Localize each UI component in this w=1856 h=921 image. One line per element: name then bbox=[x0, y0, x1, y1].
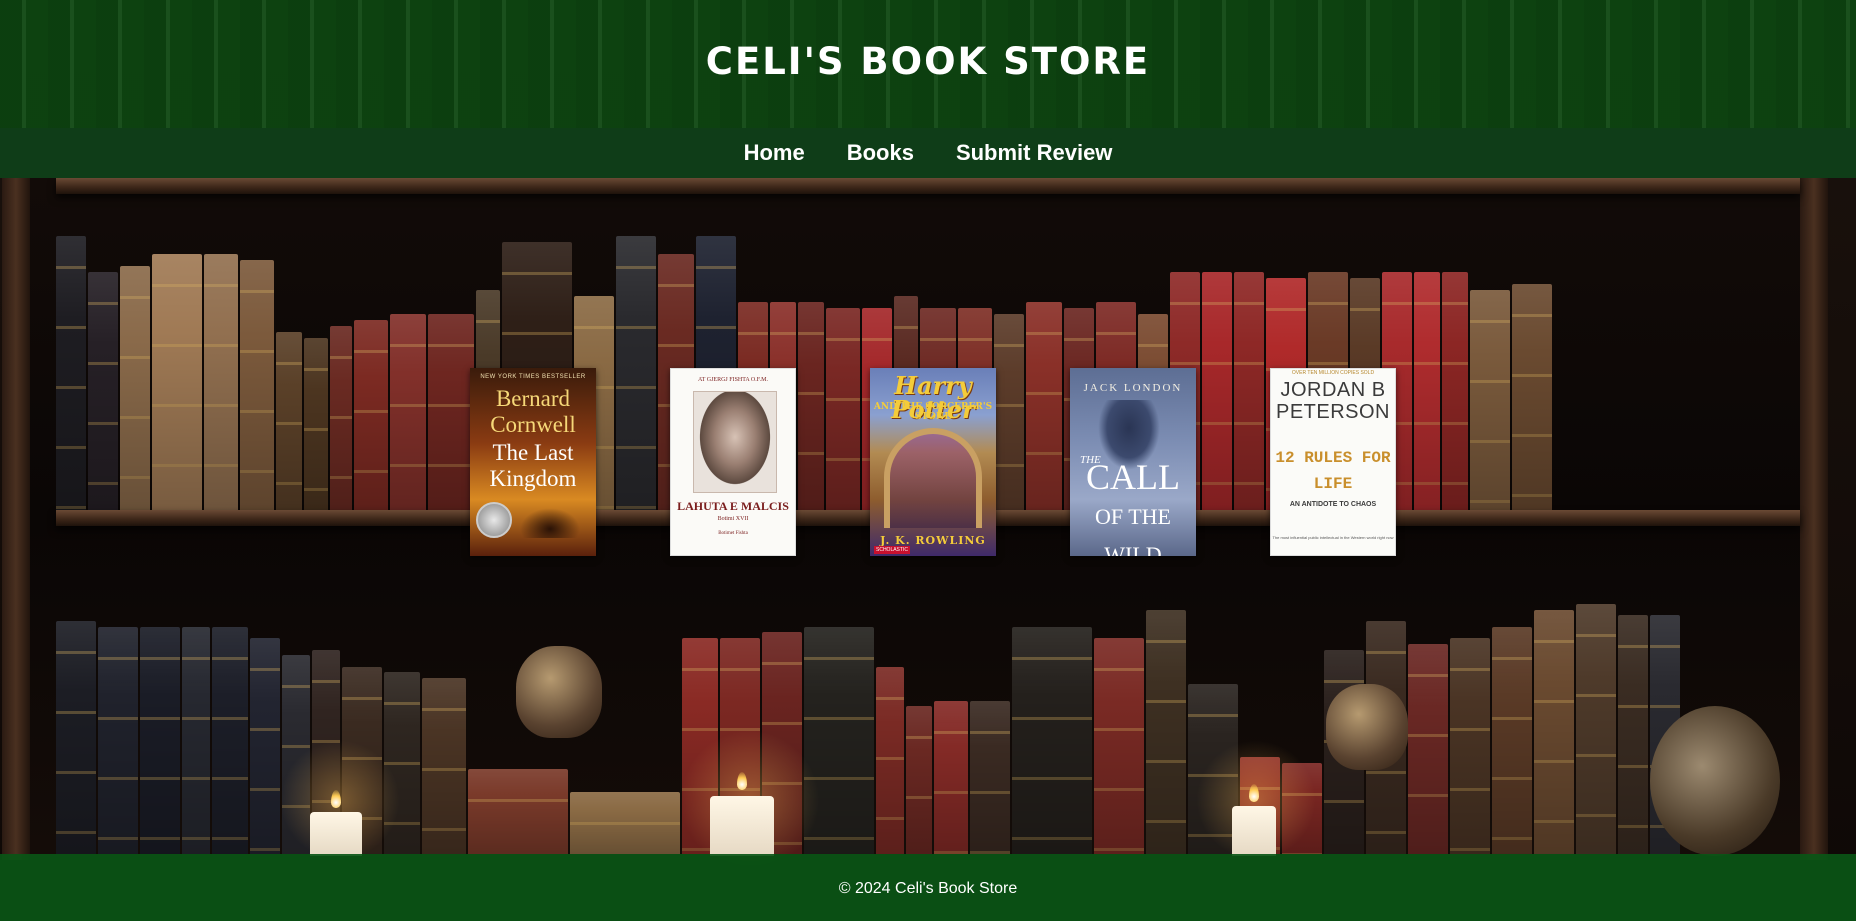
vase-right bbox=[1326, 684, 1408, 770]
cover-author: JORDAN B PETERSON bbox=[1275, 379, 1391, 423]
book-cover-the-last-kingdom[interactable]: NEW YORK TIMES BESTSELLER Bernard Cornwe… bbox=[470, 368, 596, 556]
cover-author: JACK LONDON bbox=[1083, 382, 1183, 394]
candle-2 bbox=[710, 796, 774, 856]
cover-title-line1: CALL bbox=[1086, 457, 1180, 497]
cover-subtitle: AN ANTIDOTE TO CHAOS bbox=[1289, 501, 1377, 508]
nav-link-submit-review[interactable]: Submit Review bbox=[956, 136, 1112, 170]
cover-publisher: SCHOLASTIC bbox=[874, 546, 910, 554]
vase-left bbox=[516, 646, 602, 738]
candle-flame-3 bbox=[1249, 784, 1259, 802]
featured-books: NEW YORK TIMES BESTSELLER Bernard Cornwe… bbox=[0, 368, 1856, 558]
book-cover-12-rules-for-life[interactable]: OVER TEN MILLION COPIES SOLD JORDAN B PE… bbox=[1270, 368, 1396, 556]
book-cover-harry-potter[interactable]: Harry Potter AND THE SORCERER'S STONE J.… bbox=[870, 368, 996, 556]
cover-author: Bernard Cornwell bbox=[490, 386, 576, 437]
cover-title: LAHUTA E MALCIS bbox=[677, 499, 789, 513]
shelf-board-top bbox=[56, 178, 1800, 194]
ship-illustration bbox=[520, 508, 580, 538]
author-portrait bbox=[693, 391, 777, 493]
candle-flame-2 bbox=[737, 772, 747, 790]
site-title: CELI'S BOOK STORE bbox=[705, 40, 1151, 83]
nav-link-books[interactable]: Books bbox=[847, 136, 914, 170]
candle-1 bbox=[310, 812, 362, 856]
site-header: CELI'S BOOK STORE bbox=[0, 0, 1856, 128]
nav-link-home[interactable]: Home bbox=[744, 136, 805, 170]
cover-subtitle: AND THE SORCERER'S STONE bbox=[873, 402, 993, 422]
cover-top-line: OVER TEN MILLION COPIES SOLD bbox=[1291, 370, 1375, 376]
candle-3 bbox=[1232, 806, 1276, 856]
cover-title: 12 RULES FOR LIFE bbox=[1275, 449, 1391, 493]
arch-illustration bbox=[884, 428, 982, 528]
globe-ornament bbox=[1650, 706, 1780, 856]
cover-top-line: NEW YORK TIMES BESTSELLER bbox=[480, 374, 586, 380]
cover-title: The Last Kingdom bbox=[489, 440, 577, 491]
candle-flame-1 bbox=[331, 790, 341, 808]
cover-top-line: AT GJERGJ FISHTA O.F.M. bbox=[698, 377, 768, 383]
footer-copyright: © 2024 Celi's Book Store bbox=[838, 880, 1018, 897]
book-cover-call-of-the-wild[interactable]: JACK LONDON THE CALL OF THE WILD bbox=[1070, 368, 1196, 556]
cover-subtitle: Botimi XVII bbox=[717, 516, 749, 522]
site-footer: © 2024 Celi's Book Store bbox=[0, 854, 1856, 921]
cover-publisher: Botimet Fishta bbox=[718, 531, 748, 536]
award-seal-icon bbox=[476, 502, 512, 538]
main-nav: Home Books Submit Review bbox=[0, 128, 1856, 178]
cover-title-line2: OF THE WILD bbox=[1095, 504, 1171, 556]
cover-quote: The most influential public intellectual… bbox=[1272, 535, 1394, 540]
book-cover-lahuta-e-malcis[interactable]: AT GJERGJ FISHTA O.F.M. LAHUTA E MALCIS … bbox=[670, 368, 796, 556]
